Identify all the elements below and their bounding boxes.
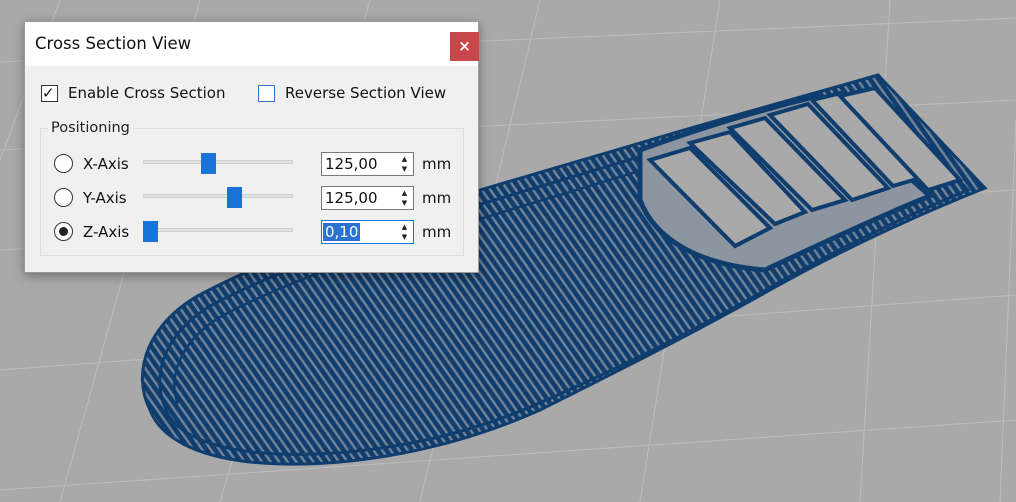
x-axis-slider-track[interactable] — [143, 160, 293, 164]
y-axis-label[interactable]: Y-Axis — [83, 189, 127, 207]
z-axis-label[interactable]: Z-Axis — [83, 223, 129, 241]
dialog-title: Cross Section View — [35, 34, 192, 53]
cross-section-dialog: Cross Section View × ✓ Enable Cross Sect… — [24, 21, 479, 273]
spin-up-icon[interactable]: ▲ — [397, 154, 412, 164]
x-axis-radio[interactable] — [54, 154, 73, 173]
y-axis-value[interactable]: 125,00 — [325, 189, 378, 207]
reverse-section-view-checkbox[interactable] — [258, 85, 275, 102]
z-axis-slider-track[interactable] — [143, 228, 293, 232]
spin-up-icon[interactable]: ▲ — [397, 222, 412, 232]
title-bar[interactable]: Cross Section View × — [25, 22, 479, 66]
y-axis-spinbox[interactable]: 125,00 ▲ ▼ — [321, 186, 414, 210]
x-axis-spinbox[interactable]: 125,00 ▲ ▼ — [321, 152, 414, 176]
radio-selected-dot — [59, 227, 68, 236]
y-axis-radio[interactable] — [54, 188, 73, 207]
spin-up-icon[interactable]: ▲ — [397, 188, 412, 198]
z-axis-slider-thumb[interactable] — [143, 221, 158, 242]
reverse-section-view-label[interactable]: Reverse Section View — [285, 84, 446, 102]
z-axis-radio[interactable] — [54, 222, 73, 241]
x-axis-unit: mm — [422, 155, 452, 173]
spin-down-icon[interactable]: ▼ — [397, 198, 412, 208]
check-icon: ✓ — [42, 84, 55, 102]
x-axis-slider-thumb[interactable] — [201, 153, 216, 174]
x-axis-value[interactable]: 125,00 — [325, 155, 378, 173]
close-icon: × — [458, 37, 471, 55]
spin-down-icon[interactable]: ▼ — [397, 232, 412, 242]
z-axis-spin-buttons: ▲ ▼ — [397, 222, 412, 242]
close-button[interactable]: × — [450, 32, 479, 61]
z-axis-spinbox[interactable]: 0,10 ▲ ▼ — [321, 220, 414, 244]
z-axis-unit: mm — [422, 223, 452, 241]
y-axis-unit: mm — [422, 189, 452, 207]
x-axis-label[interactable]: X-Axis — [83, 155, 129, 173]
positioning-legend: Positioning — [48, 120, 133, 136]
y-axis-slider-track[interactable] — [143, 194, 293, 198]
enable-cross-section-label[interactable]: Enable Cross Section — [68, 84, 225, 102]
y-axis-spin-buttons: ▲ ▼ — [397, 188, 412, 208]
z-axis-value[interactable]: 0,10 — [323, 223, 361, 241]
enable-cross-section-checkbox[interactable]: ✓ — [41, 84, 58, 102]
y-axis-slider-thumb[interactable] — [227, 187, 242, 208]
spin-down-icon[interactable]: ▼ — [397, 164, 412, 174]
x-axis-spin-buttons: ▲ ▼ — [397, 154, 412, 174]
